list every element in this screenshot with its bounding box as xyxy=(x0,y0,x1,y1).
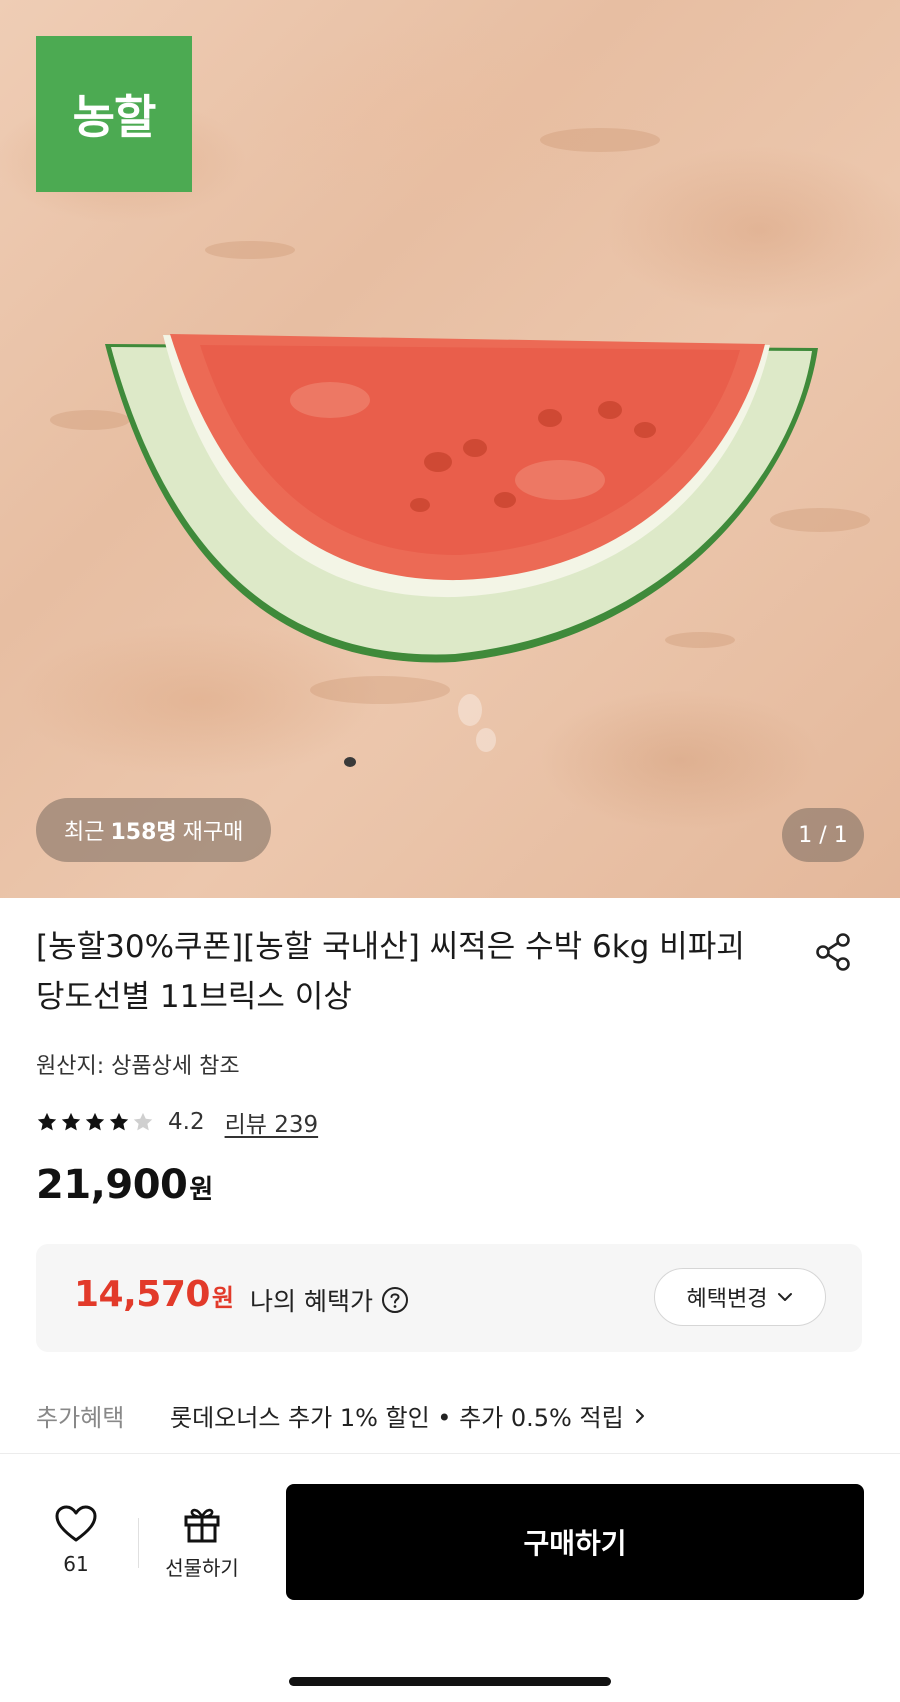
extra-benefit-row[interactable]: 추가혜택 롯데오너스 추가 1% 할인 • 추가 0.5% 적립 xyxy=(36,1398,646,1433)
divider xyxy=(138,1518,139,1568)
rating-stars xyxy=(36,1111,154,1133)
star-filled-icon xyxy=(109,1112,129,1131)
star-filled-icon xyxy=(37,1112,57,1131)
brand-logo-text: 농할 xyxy=(72,90,157,144)
origin-info: 원산지: 상품상세 참조 xyxy=(36,1054,240,1079)
extra-benefit-text: 롯데오너스 추가 1% 할인 • 추가 0.5% 적립 xyxy=(170,1404,624,1432)
like-count: 61 xyxy=(63,1552,89,1576)
bottom-action-bar: 61 선물하기 구매하기 xyxy=(0,1453,900,1702)
gift-button[interactable]: 선물하기 xyxy=(152,1504,252,1594)
buy-button[interactable]: 구매하기 xyxy=(286,1484,864,1600)
star-filled-icon xyxy=(61,1112,81,1131)
repurchase-prefix: 최근 xyxy=(64,820,105,845)
share-icon xyxy=(816,933,850,971)
review-count-link[interactable]: 리뷰 239 xyxy=(225,1105,319,1139)
heart-icon xyxy=(55,1505,97,1542)
benefit-label: 나의 혜택가 xyxy=(250,1287,373,1316)
benefit-price-amount: 14,570 xyxy=(74,1274,210,1315)
star-filled-icon xyxy=(85,1112,105,1131)
brand-logo: 농할 xyxy=(36,36,192,192)
price-amount: 21,900 xyxy=(36,1162,188,1208)
benefit-label-group: 나의 혜택가 xyxy=(250,1282,409,1318)
help-icon[interactable] xyxy=(381,1286,409,1314)
product-image[interactable]: 농할 최근 158명 재구매 1 / 1 xyxy=(0,0,900,898)
extra-benefit-label: 추가혜택 xyxy=(36,1404,125,1432)
repurchase-count: 158명 xyxy=(110,820,177,845)
chevron-right-icon xyxy=(635,1408,644,1423)
gift-label: 선물하기 xyxy=(165,1556,239,1580)
benefit-price-box: 14,570 원 나의 혜택가 혜택변경 xyxy=(36,1244,862,1352)
chevron-down-icon xyxy=(778,1293,793,1301)
rating-value: 4.2 xyxy=(168,1109,205,1135)
repurchase-suffix: 재구매 xyxy=(182,820,244,845)
image-page-indicator: 1 / 1 xyxy=(782,808,864,862)
price-unit: 원 xyxy=(189,1175,214,1205)
benefit-price-unit: 원 xyxy=(211,1284,235,1312)
star-empty-icon xyxy=(133,1112,153,1131)
change-benefit-label: 혜택변경 xyxy=(686,1287,768,1312)
change-benefit-button[interactable]: 혜택변경 xyxy=(654,1268,826,1326)
like-button[interactable]: 61 xyxy=(36,1504,116,1594)
rating-row: 4.2 리뷰 239 xyxy=(36,1105,319,1139)
original-price: 21,900 원 xyxy=(36,1162,213,1208)
benefit-price: 14,570 원 xyxy=(74,1274,234,1315)
product-title: [농할30%쿠폰][농할 국내산] 씨적은 수박 6kg 비파괴 당도선별 11… xyxy=(36,929,745,1015)
home-indicator xyxy=(289,1677,611,1686)
share-button[interactable] xyxy=(812,930,856,974)
repurchase-badge: 최근 158명 재구매 xyxy=(36,798,272,862)
gift-icon xyxy=(184,1508,220,1543)
